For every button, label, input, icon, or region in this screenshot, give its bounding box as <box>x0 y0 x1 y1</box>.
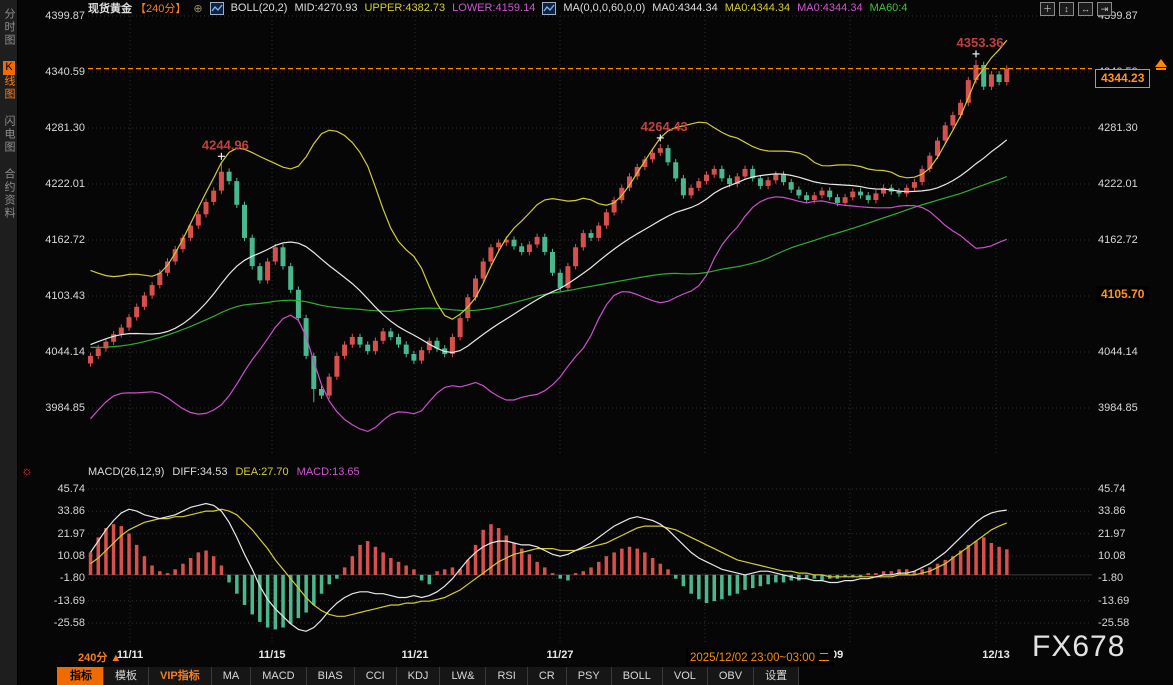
toolbar-button-boll[interactable]: BOLL <box>612 667 663 685</box>
axis-tick-label: 4399.87 <box>21 10 85 22</box>
axis-tick-label: 3984.85 <box>1098 402 1168 414</box>
toolbar-button-psy[interactable]: PSY <box>567 667 612 685</box>
macd-diff-value: DIFF:34.53 <box>172 466 227 478</box>
current-price-tag: 4344.23 <box>1095 69 1150 88</box>
toolbar-button-vol[interactable]: VOL <box>663 667 708 685</box>
axis-tick-label: 4281.30 <box>21 122 85 134</box>
axis-tick-label: 4162.72 <box>21 234 85 246</box>
date-tick-label: 12/13 <box>982 649 1010 661</box>
indicator-toolbar: 指标 模板 VIP指标 MA MACD BIAS CCI KDJ LW& RSI… <box>57 667 799 685</box>
boll-mid-value: MID:4270.93 <box>294 2 357 14</box>
boll-indicator-icon[interactable] <box>210 2 224 15</box>
toolbar-button-rsi[interactable]: RSI <box>486 667 527 685</box>
macd-dea-value: DEA:27.70 <box>235 466 288 478</box>
price-chart-canvas[interactable]: 4244.96 4264.43 4353.36 <box>0 0 1173 685</box>
sidebar-item-contract-info[interactable]: 合约资料 <box>0 168 17 220</box>
axis-tick-label: 21.97 <box>21 528 85 540</box>
toolbar-button-template[interactable]: 模板 <box>104 667 149 685</box>
axis-tick-label: 3984.85 <box>21 402 85 414</box>
kline-tab-highlight: K <box>3 61 15 75</box>
chart-tools-toolbar: ＋ ↕ ↔ ⇥ <box>1040 2 1112 16</box>
axis-tick-label: 4222.01 <box>21 178 85 190</box>
sidebar-item-time-chart[interactable]: 分时图 <box>0 8 17 47</box>
svg-text:4264.43: 4264.43 <box>641 119 688 134</box>
axis-tick-label: -1.80 <box>1098 572 1168 584</box>
axis-tick-label: -1.80 <box>21 572 85 584</box>
boll-lower-value: LOWER:4159.14 <box>452 2 535 14</box>
ma60-green-value: MA60:4 <box>870 2 908 14</box>
date-tick-label: 11/21 <box>402 649 429 661</box>
toolbar-button-lw[interactable]: LW& <box>440 667 486 685</box>
date-tick-label: 11/27 <box>547 649 574 661</box>
boll-label: BOLL(20,2) <box>231 2 288 14</box>
toolbar-button-vip-indicator[interactable]: VIP指标 <box>149 667 212 685</box>
macd-hist-value: MACD:13.65 <box>297 466 360 478</box>
svg-text:4244.96: 4244.96 <box>202 137 249 152</box>
date-tick-label: 11/11 <box>117 649 143 661</box>
boll-upper-value: UPPER:4382.73 <box>364 2 445 14</box>
toolbar-button-obv[interactable]: OBV <box>708 667 754 685</box>
ma-label: MA(0,0,0,60,0,0) <box>563 2 645 14</box>
macd-params-label: MACD(26,12,9) <box>88 466 164 478</box>
sidebar-item-kline-chart[interactable]: K线图 <box>0 61 17 101</box>
collapse-panel-icon[interactable]: ⇥ <box>1097 2 1112 16</box>
toolbar-button-cr[interactable]: CR <box>528 667 567 685</box>
secondary-price-tag: 4105.70 <box>1096 286 1149 303</box>
toolbar-button-indicator[interactable]: 指标 <box>59 667 104 685</box>
axis-tick-label: -25.58 <box>21 617 85 629</box>
add-indicator-icon[interactable]: ⊕ <box>193 2 202 15</box>
axis-tick-label: 4162.72 <box>1098 234 1168 246</box>
timeframe-label: 【240分】 <box>135 0 186 16</box>
ma0-yellow-value: MA0:4344.34 <box>725 2 790 14</box>
toolbar-button-ma[interactable]: MA <box>212 667 252 685</box>
toolbar-button-settings[interactable]: 设置 <box>754 667 799 685</box>
axis-tick-label: 10.08 <box>1098 550 1168 562</box>
latest-price-marker-icon[interactable] <box>1154 59 1168 73</box>
pan-icon[interactable]: ＋ <box>1040 2 1055 16</box>
svg-text:4353.36: 4353.36 <box>957 35 1004 50</box>
x-axis-zoom-icon[interactable]: ↔ <box>1078 2 1093 16</box>
axis-tick-label: 4222.01 <box>1098 178 1168 190</box>
y-axis-zoom-icon[interactable]: ↕ <box>1059 2 1074 16</box>
axis-tick-label: 45.74 <box>1098 483 1168 495</box>
axis-tick-label: -25.58 <box>1098 617 1168 629</box>
ma-indicator-icon[interactable] <box>542 2 556 15</box>
ma0-magenta-value: MA0:4344.34 <box>797 2 862 14</box>
indicator-header: 现货黄金 【240分】 ⊕ BOLL(20,2) MID:4270.93 UPP… <box>88 1 907 15</box>
date-tick-label: 11/15 <box>259 649 286 661</box>
x-axis-row: 240分 ▲ 11/1111/1511/2111/2712/13 /09 202… <box>0 648 1173 666</box>
axis-tick-label: -13.69 <box>21 595 85 607</box>
axis-tick-label: 45.74 <box>21 483 85 495</box>
toolbar-button-kdj[interactable]: KDJ <box>397 667 441 685</box>
live-indicator-icon: ☼ <box>21 463 33 478</box>
macd-header: MACD(26,12,9) DIFF:34.53 DEA:27.70 MACD:… <box>88 466 360 478</box>
axis-tick-label: 4281.30 <box>1098 122 1168 134</box>
symbol-name: 现货黄金 <box>88 0 132 16</box>
toolbar-button-macd[interactable]: MACD <box>251 667 306 685</box>
axis-tick-label: 10.08 <box>21 550 85 562</box>
sidebar-item-lightning-chart[interactable]: 闪电图 <box>0 115 17 154</box>
axis-tick-label: 4044.14 <box>1098 346 1168 358</box>
toolbar-button-cci[interactable]: CCI <box>355 667 397 685</box>
toolbar-button-bias[interactable]: BIAS <box>307 667 355 685</box>
axis-tick-label: 4044.14 <box>21 346 85 358</box>
axis-tick-label: 4340.59 <box>21 66 85 78</box>
chart-type-sidebar: 分时图 K线图 闪电图 合约资料 <box>0 0 18 685</box>
axis-tick-label: 33.86 <box>1098 505 1168 517</box>
axis-tick-label: -13.69 <box>1098 595 1168 607</box>
timeframe-selector[interactable]: 240分 ▲ <box>78 649 121 665</box>
hover-date-tooltip: 2025/12/02 23:00~03:00 二 <box>686 648 834 666</box>
axis-tick-label: 33.86 <box>21 505 85 517</box>
axis-tick-label: 21.97 <box>1098 528 1168 540</box>
axis-tick-label: 4103.43 <box>21 290 85 302</box>
kline-tab-label: 线图 <box>3 75 15 101</box>
ma0-white-value: MA0:4344.34 <box>652 2 717 14</box>
